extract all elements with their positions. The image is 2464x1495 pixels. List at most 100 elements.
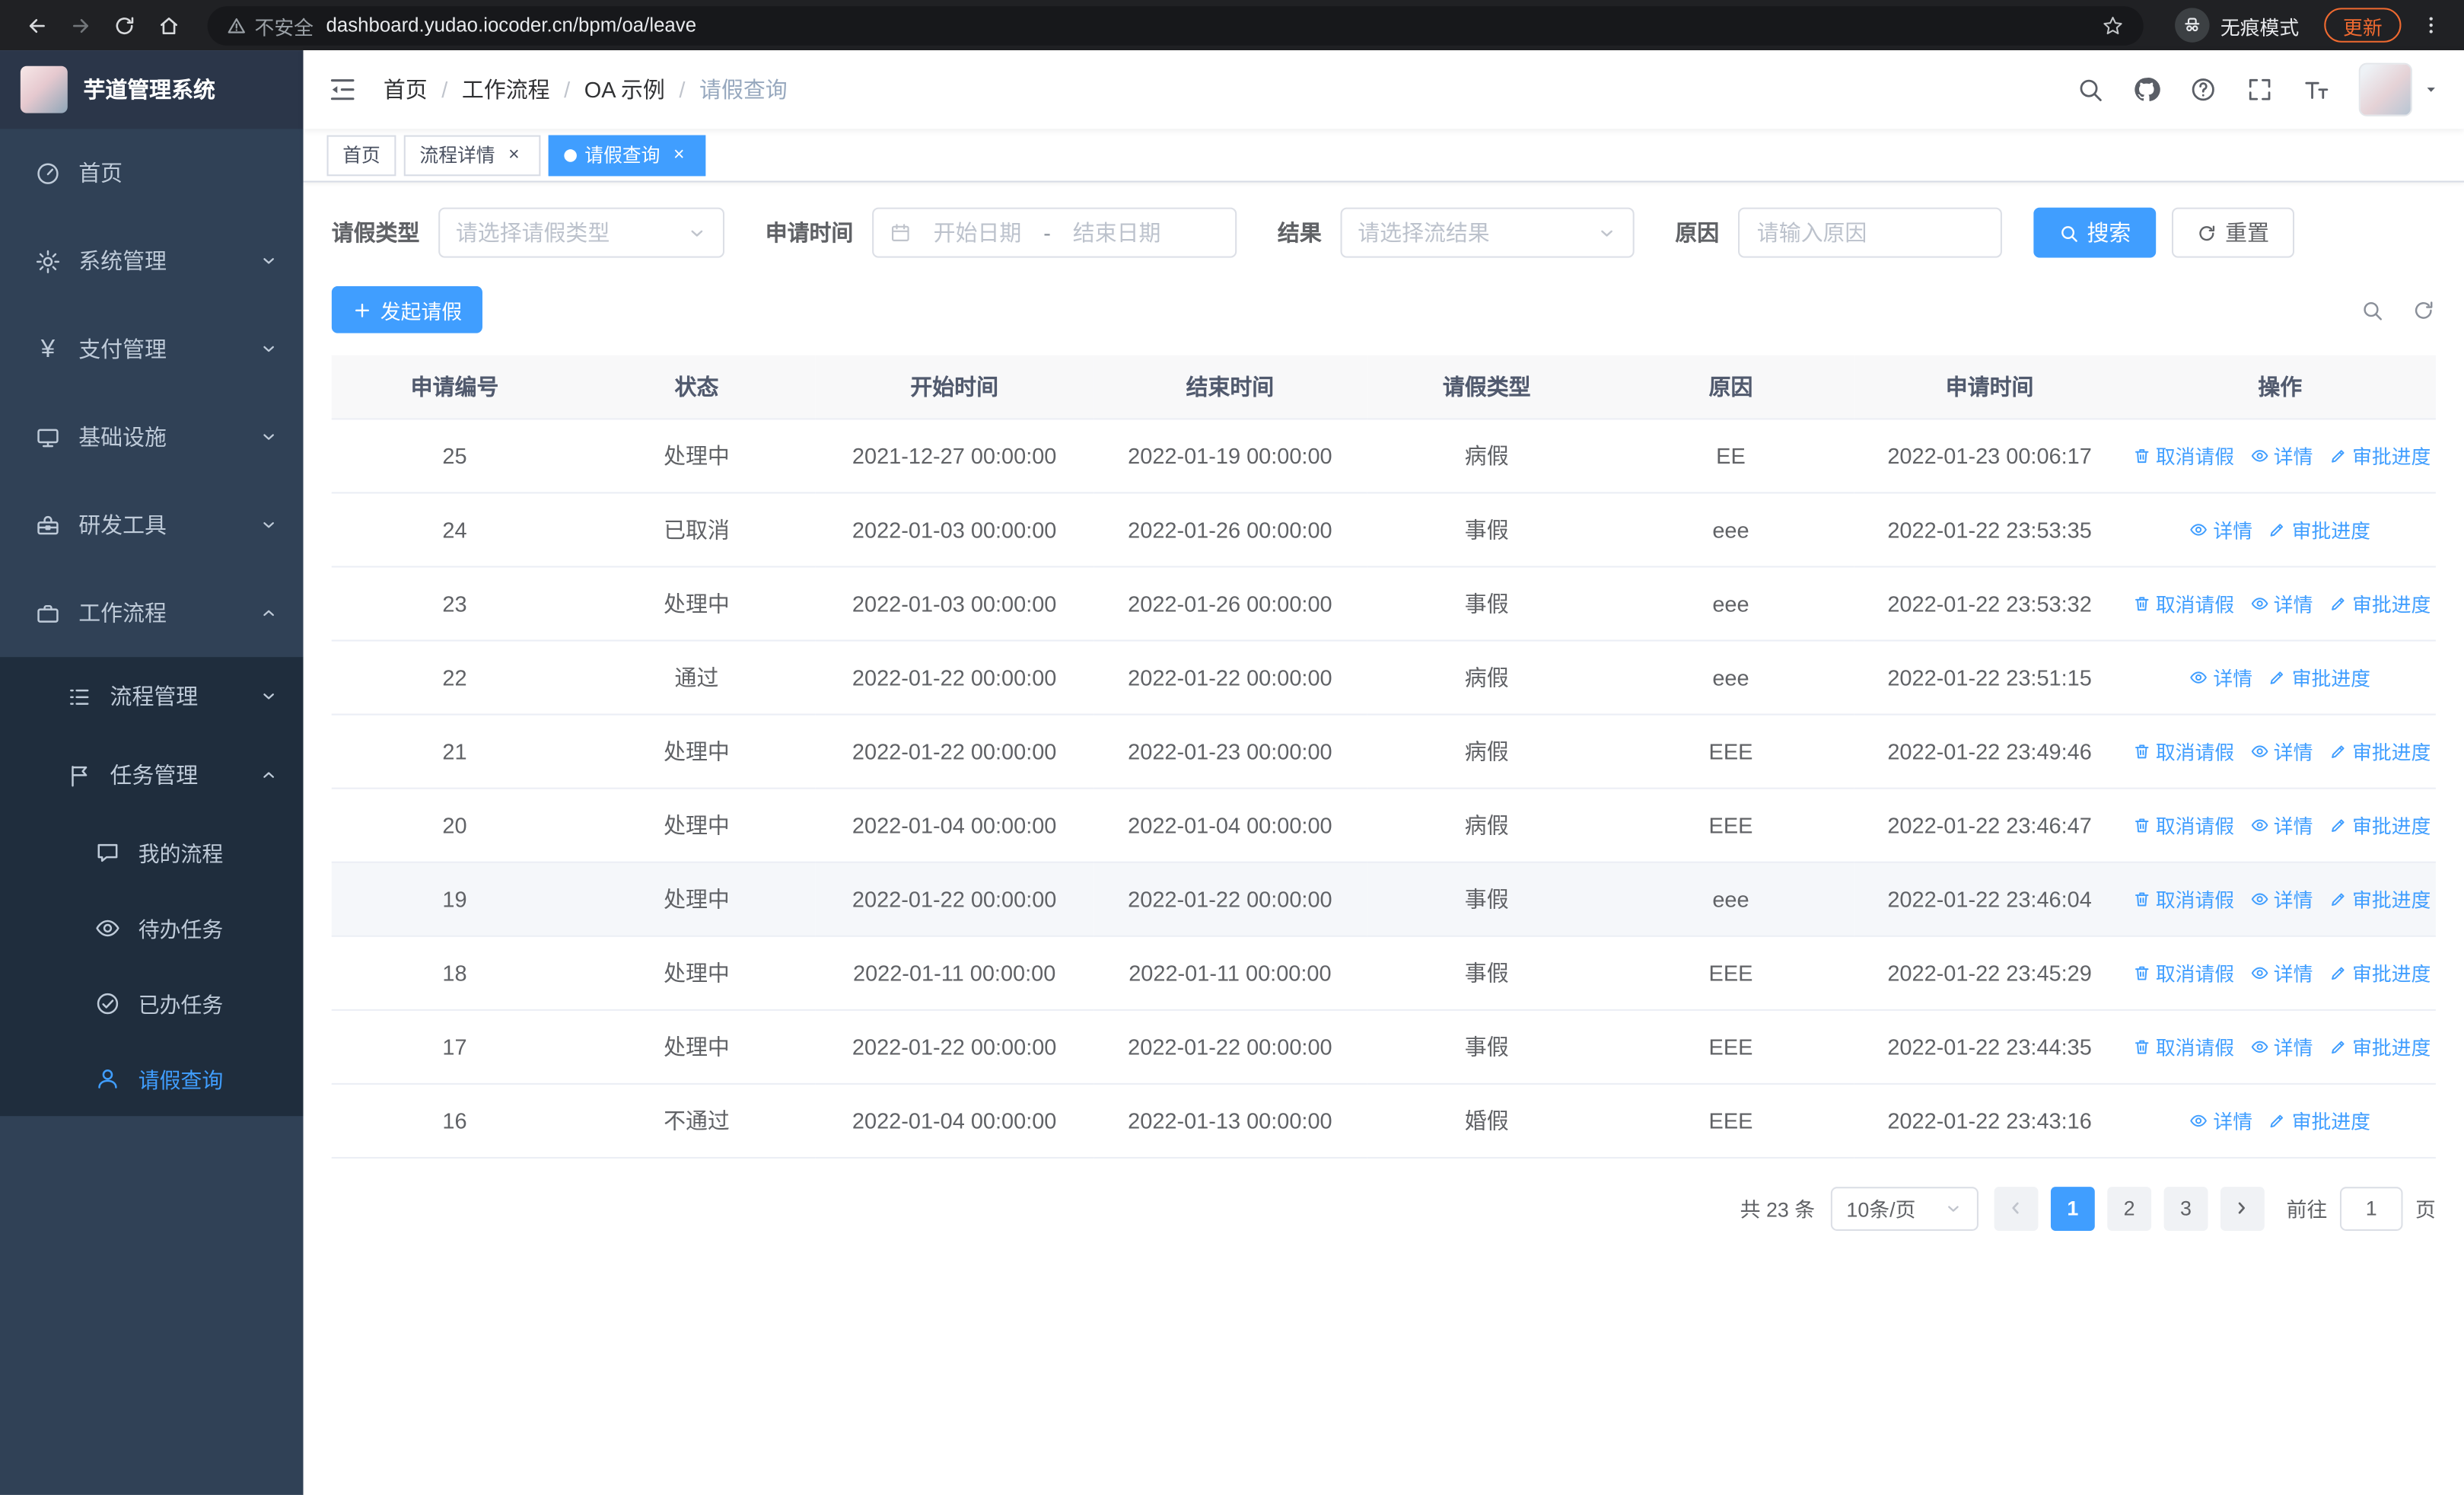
sidebar-item-task-management[interactable]: 任务管理 bbox=[0, 735, 304, 814]
search-button[interactable]: 搜索 bbox=[2033, 207, 2157, 258]
cancel-leave-link[interactable]: 取消请假 bbox=[2132, 958, 2234, 987]
cancel-leave-link[interactable]: 取消请假 bbox=[2132, 1031, 2234, 1061]
cancel-leave-link[interactable]: 取消请假 bbox=[2132, 884, 2234, 913]
browser-forward-button[interactable] bbox=[59, 5, 100, 46]
pen-icon bbox=[2329, 815, 2348, 834]
approval-progress-link[interactable]: 审批进度 bbox=[2329, 440, 2431, 470]
search-toggle-icon[interactable] bbox=[2361, 298, 2384, 321]
menu-fold-icon[interactable] bbox=[327, 74, 358, 105]
cancel-leave-link[interactable]: 取消请假 bbox=[2132, 810, 2234, 840]
apply-time-label: 申请时间 bbox=[765, 220, 854, 246]
detail-link[interactable]: 详情 bbox=[2250, 1031, 2313, 1061]
date-range-picker[interactable]: - bbox=[872, 207, 1237, 258]
detail-link[interactable]: 详情 bbox=[2189, 514, 2252, 543]
security-status[interactable]: 不安全 bbox=[226, 10, 314, 40]
cancel-leave-link[interactable]: 取消请假 bbox=[2132, 440, 2234, 470]
sidebar-item-my-process[interactable]: 我的流程 bbox=[0, 814, 304, 890]
refresh-table-icon[interactable] bbox=[2412, 298, 2436, 321]
approval-progress-link[interactable]: 审批进度 bbox=[2329, 1031, 2431, 1061]
leave-type-select[interactable]: 请选择请假类型 bbox=[438, 207, 725, 258]
tab-leave-query[interactable]: 请假查询 × bbox=[548, 134, 706, 176]
warning-icon bbox=[226, 15, 247, 36]
approval-progress-link[interactable]: 审批进度 bbox=[2329, 588, 2431, 617]
sidebar-item-payment[interactable]: ¥ 支付管理 bbox=[0, 305, 304, 394]
page-size-select[interactable]: 10条/页 bbox=[1830, 1186, 1979, 1230]
detail-link[interactable]: 详情 bbox=[2250, 884, 2313, 913]
browser-home-button[interactable] bbox=[148, 5, 189, 46]
chevron-up-icon bbox=[259, 766, 279, 785]
list-icon bbox=[66, 683, 93, 709]
sidebar-item-label: 已办任务 bbox=[138, 993, 224, 1018]
next-page-button[interactable] bbox=[2220, 1186, 2265, 1230]
cancel-leave-link[interactable]: 取消请假 bbox=[2132, 588, 2234, 617]
sidebar-item-done-tasks[interactable]: 已办任务 bbox=[0, 965, 304, 1041]
detail-link[interactable]: 详情 bbox=[2189, 661, 2252, 691]
detail-link[interactable]: 详情 bbox=[2189, 1105, 2252, 1135]
calendar-icon bbox=[890, 222, 912, 244]
chevron-down-icon bbox=[259, 428, 279, 447]
help-icon[interactable] bbox=[2189, 75, 2217, 104]
close-icon[interactable]: × bbox=[503, 143, 525, 166]
bookmark-star-icon[interactable] bbox=[2101, 14, 2125, 37]
result-select[interactable]: 请选择流结果 bbox=[1340, 207, 1635, 258]
chevron-down-icon bbox=[686, 222, 707, 243]
page-button-1[interactable]: 1 bbox=[2050, 1186, 2095, 1230]
sidebar-item-workflow[interactable]: 工作流程 bbox=[0, 569, 304, 658]
reason-input[interactable] bbox=[1738, 207, 2002, 258]
approval-progress-link[interactable]: 审批进度 bbox=[2329, 884, 2431, 913]
tab-home[interactable]: 首页 bbox=[326, 134, 396, 176]
detail-link[interactable]: 详情 bbox=[2250, 735, 2313, 765]
end-date-input[interactable] bbox=[1060, 220, 1173, 246]
prev-page-button[interactable] bbox=[1994, 1186, 2039, 1230]
search-icon[interactable] bbox=[2076, 75, 2104, 104]
browser-back-button[interactable] bbox=[16, 5, 57, 46]
sidebar-item-label: 任务管理 bbox=[110, 762, 199, 788]
create-leave-button[interactable]: 发起请假 bbox=[331, 285, 483, 333]
approval-progress-link[interactable]: 审批进度 bbox=[2329, 810, 2431, 840]
font-size-icon[interactable] bbox=[2302, 75, 2330, 104]
goto-page-input[interactable] bbox=[2339, 1186, 2403, 1230]
breadcrumb-item[interactable]: 首页 bbox=[384, 74, 428, 105]
sidebar-item-home[interactable]: 首页 bbox=[0, 129, 304, 217]
page-button-2[interactable]: 2 bbox=[2107, 1186, 2152, 1230]
approval-progress-link[interactable]: 审批进度 bbox=[2329, 735, 2431, 765]
breadcrumb-item[interactable]: OA 示例 bbox=[584, 74, 665, 105]
leave-table: 申请编号 状态 开始时间 结束时间 请假类型 原因 申请时间 操作 25处理中 bbox=[331, 355, 2436, 1158]
app-logo[interactable]: 芋道管理系统 bbox=[0, 50, 304, 129]
fullscreen-icon[interactable] bbox=[2246, 75, 2274, 104]
user-menu[interactable] bbox=[2358, 62, 2440, 116]
address-bar[interactable]: 不安全 dashboard.yudao.iocoder.cn/bpm/oa/le… bbox=[207, 5, 2144, 45]
tags-view: 首页 流程详情 × 请假查询 × bbox=[303, 129, 2464, 183]
detail-link[interactable]: 详情 bbox=[2250, 440, 2313, 470]
sidebar-item-label: 流程管理 bbox=[110, 684, 199, 709]
sidebar-item-todo-tasks[interactable]: 待办任务 bbox=[0, 890, 304, 965]
breadcrumb-item[interactable]: 工作流程 bbox=[462, 74, 550, 105]
start-date-input[interactable] bbox=[921, 220, 1034, 246]
reset-button[interactable]: 重置 bbox=[2171, 207, 2295, 258]
sidebar-item-devtools[interactable]: 研发工具 bbox=[0, 481, 304, 569]
sidebar-item-leave-query[interactable]: 请假查询 bbox=[0, 1041, 304, 1116]
sidebar-item-label: 支付管理 bbox=[78, 336, 167, 362]
github-icon[interactable] bbox=[2132, 75, 2160, 104]
cancel-leave-link[interactable]: 取消请假 bbox=[2132, 735, 2234, 765]
goto-suffix: 页 bbox=[2415, 1197, 2436, 1222]
approval-progress-link[interactable]: 审批进度 bbox=[2268, 514, 2370, 543]
approval-progress-link[interactable]: 审批进度 bbox=[2268, 661, 2370, 691]
approval-progress-link[interactable]: 审批进度 bbox=[2268, 1105, 2370, 1135]
detail-link[interactable]: 详情 bbox=[2250, 958, 2313, 987]
table-tools bbox=[2361, 298, 2436, 321]
detail-link[interactable]: 详情 bbox=[2250, 810, 2313, 840]
sidebar-item-system[interactable]: 系统管理 bbox=[0, 217, 304, 305]
page-button-3[interactable]: 3 bbox=[2163, 1186, 2208, 1230]
chevron-down-icon bbox=[259, 515, 279, 534]
sidebar-item-process-management[interactable]: 流程管理 bbox=[0, 657, 304, 735]
close-icon[interactable]: × bbox=[668, 143, 690, 166]
browser-menu-button[interactable] bbox=[2414, 8, 2448, 42]
detail-link[interactable]: 详情 bbox=[2250, 588, 2313, 617]
tab-process-detail[interactable]: 流程详情 × bbox=[403, 134, 541, 176]
sidebar-item-infrastructure[interactable]: 基础设施 bbox=[0, 393, 304, 481]
browser-update-button[interactable]: 更新 bbox=[2324, 8, 2402, 43]
approval-progress-link[interactable]: 审批进度 bbox=[2329, 958, 2431, 987]
browser-reload-button[interactable] bbox=[103, 5, 145, 46]
navbar-actions bbox=[2076, 62, 2440, 116]
